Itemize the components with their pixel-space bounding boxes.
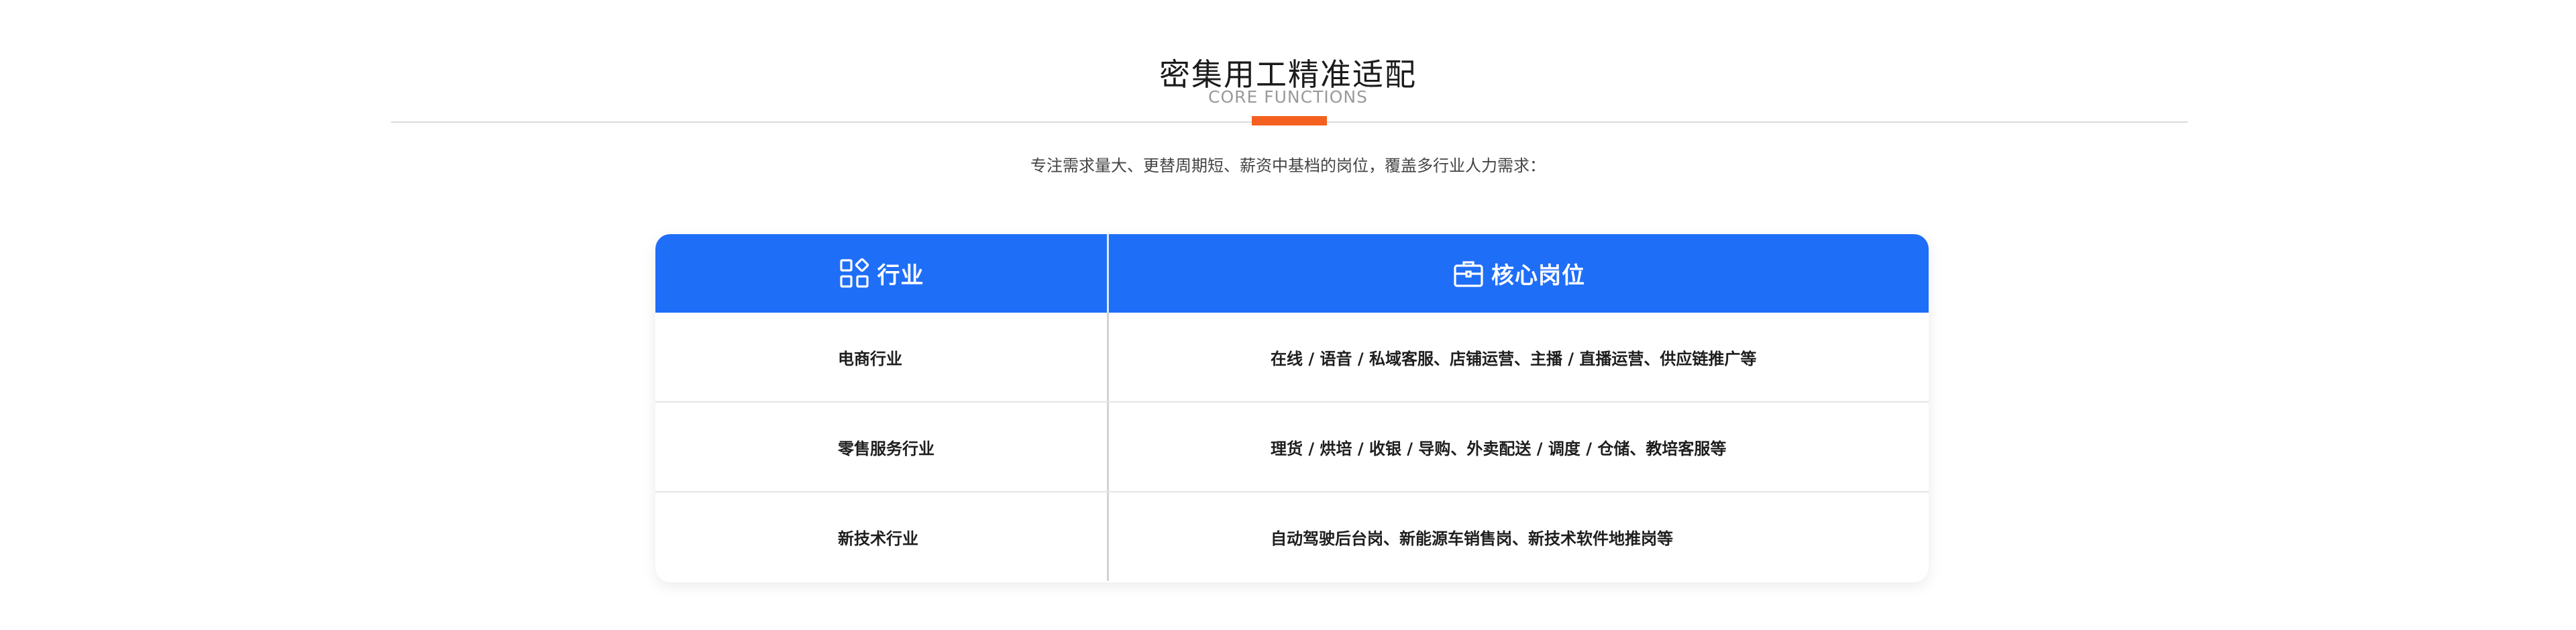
- grid-apps-icon: [839, 258, 871, 290]
- header-positions: 核心岗位: [1109, 234, 1929, 313]
- industry-cell: 零售服务行业: [655, 403, 1109, 491]
- table-body: 电商行业 在线 / 语音 / 私域客服、店铺运营、主播 / 直播运营、供应链推广…: [655, 313, 1929, 581]
- header-industry: 行业: [655, 234, 1109, 313]
- table-row: 新技术行业 自动驾驶后台岗、新能源车销售岗、新技术软件地推岗等: [655, 492, 1929, 581]
- header-industry-label: 行业: [877, 262, 924, 289]
- positions-cell: 自动驾驶后台岗、新能源车销售岗、新技术软件地推岗等: [1271, 529, 1673, 548]
- table-header: 行业 核心岗位: [655, 234, 1929, 313]
- industry-cell: 新技术行业: [655, 492, 1109, 581]
- header-positions-label: 核心岗位: [1491, 262, 1585, 289]
- industry-cell: 电商行业: [655, 313, 1109, 401]
- industry-table: 行业 核心岗位 电商行业 在线 / 语音 / 私域客服、店铺运营、主播 / 直播…: [655, 234, 1929, 582]
- briefcase-icon: [1452, 258, 1485, 290]
- accent-bar: [1252, 116, 1327, 125]
- table-row: 电商行业 在线 / 语音 / 私域客服、店铺运营、主播 / 直播运营、供应链推广…: [655, 313, 1929, 403]
- section-subtitle: CORE FUNCTIONS: [1208, 87, 1368, 107]
- table-row: 零售服务行业 理货 / 烘培 / 收银 / 导购、外卖配送 / 调度 / 仓储、…: [655, 403, 1929, 492]
- positions-cell: 在线 / 语音 / 私域客服、店铺运营、主播 / 直播运营、供应链推广等: [1271, 349, 1757, 368]
- section-intro: 专注需求量大、更替周期短、薪资中基档的岗位，覆盖多行业人力需求：: [1030, 156, 1546, 175]
- positions-cell: 理货 / 烘培 / 收银 / 导购、外卖配送 / 调度 / 仓储、教培客服等: [1271, 439, 1727, 458]
